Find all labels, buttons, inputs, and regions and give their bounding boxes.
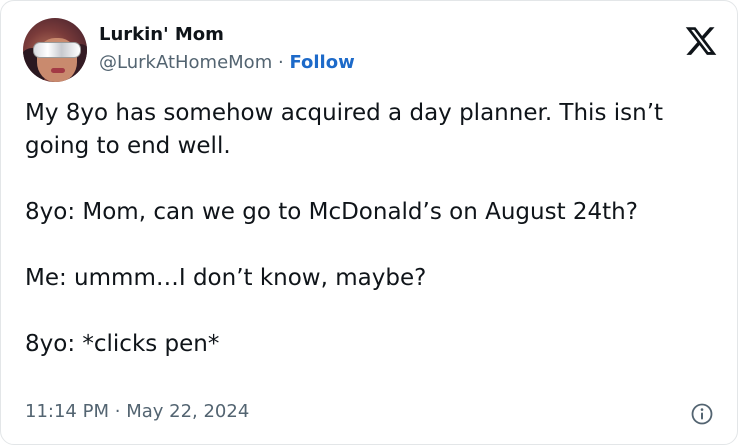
avatar-lips	[51, 68, 65, 73]
author-name[interactable]: Lurkin' Mom	[99, 24, 224, 45]
tweet-timestamp[interactable]: 11:14 PM · May 22, 2024	[25, 401, 249, 422]
tweet-text: My 8yo has somehow acquired a day planne…	[25, 97, 725, 361]
avatar[interactable]	[23, 18, 87, 82]
meta-separator: ·	[114, 401, 121, 422]
author-handle-row: @LurkAtHomeMom · Follow	[99, 52, 355, 73]
tweet-paragraph: My 8yo has somehow acquired a day planne…	[25, 100, 664, 159]
avatar-sunglasses	[33, 42, 81, 58]
author-handle[interactable]: @LurkAtHomeMom	[99, 52, 272, 73]
tweet-time: 11:14 PM	[25, 401, 109, 422]
tweet-paragraph: 8yo: *clicks pen*	[25, 331, 220, 357]
handle-separator: ·	[277, 52, 284, 73]
tweet-date: May 22, 2024	[126, 401, 250, 422]
follow-button[interactable]: Follow	[289, 52, 354, 73]
x-logo-icon[interactable]	[684, 24, 718, 58]
tweet-card: Lurkin' Mom @LurkAtHomeMom · Follow My 8…	[0, 0, 738, 445]
tweet-paragraph: Me: ummm…I don’t know, maybe?	[25, 265, 427, 291]
tweet-paragraph: 8yo: Mom, can we go to McDonald’s on Aug…	[25, 199, 638, 225]
info-icon[interactable]	[690, 402, 714, 426]
